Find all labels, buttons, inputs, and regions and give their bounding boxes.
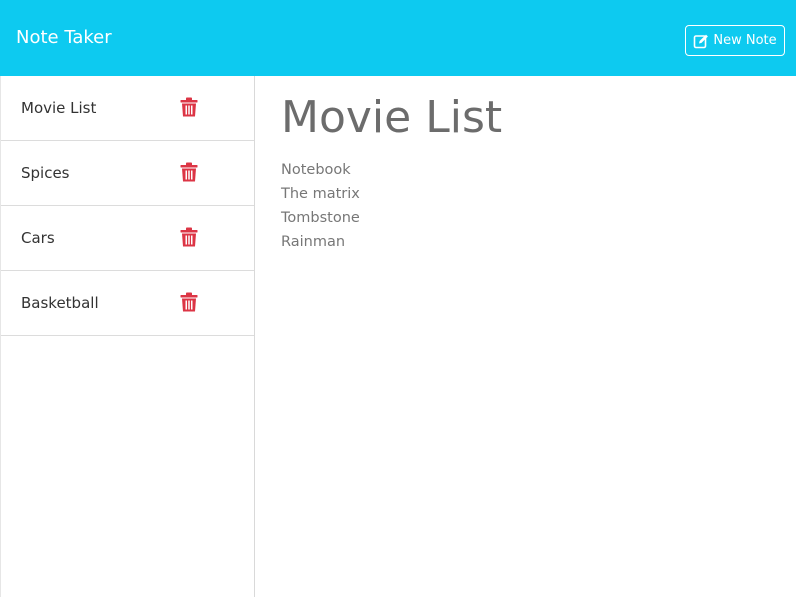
trash-icon[interactable]: [180, 227, 198, 247]
note-text-line: Tombstone: [281, 210, 360, 226]
new-note-button[interactable]: New Note: [685, 25, 785, 56]
trash-icon[interactable]: [180, 97, 198, 117]
note-title[interactable]: Movie List: [281, 90, 502, 146]
edit-icon: [693, 33, 709, 49]
note-list-item[interactable]: Movie List: [1, 76, 254, 141]
trash-icon[interactable]: [180, 162, 198, 182]
app-title: Note Taker: [16, 27, 112, 48]
note-view: Movie List Notebook The matrix Tombstone…: [255, 76, 796, 597]
navbar: Note Taker New Note: [0, 0, 796, 76]
note-list-item[interactable]: Spices: [1, 141, 254, 206]
note-text-line: Rainman: [281, 234, 346, 250]
note-list-item[interactable]: Cars: [1, 206, 254, 271]
note-text-line: Notebook: [281, 162, 351, 178]
note-list-item-title: Spices: [21, 164, 70, 182]
note-text-line: The matrix: [281, 186, 360, 202]
note-list-item-title: Basketball: [21, 294, 99, 312]
trash-icon[interactable]: [180, 292, 198, 312]
note-list-item-title: Movie List: [21, 99, 97, 117]
note-list-item-title: Cars: [21, 229, 55, 247]
new-note-label: New Note: [713, 33, 777, 48]
note-text[interactable]: Notebook The matrix Tombstone Rainman: [281, 158, 360, 254]
note-list-item[interactable]: Basketball: [1, 271, 254, 336]
notes-sidebar: Movie List Spices Cars Basketball: [0, 76, 255, 597]
